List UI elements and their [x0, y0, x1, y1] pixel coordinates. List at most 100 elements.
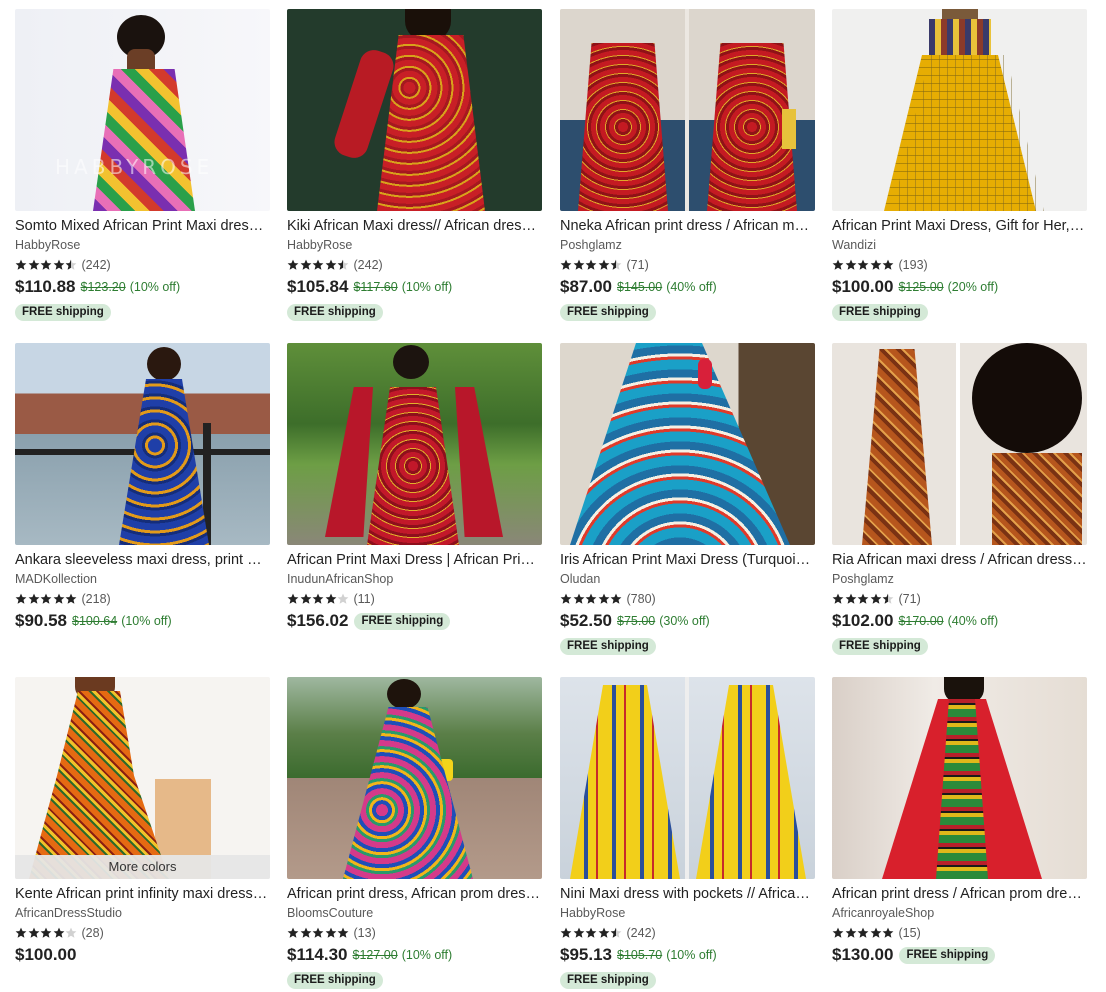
- shop-name[interactable]: AfricanroyaleShop: [832, 905, 1087, 921]
- listing-title[interactable]: Iris African Print Maxi Dress (Turquoise…: [560, 551, 815, 569]
- sale-price: $130.00: [832, 945, 894, 964]
- listing-image[interactable]: More colors: [15, 677, 270, 879]
- star-icon: [857, 593, 870, 605]
- original-price: $170.00: [898, 614, 944, 628]
- listing-image[interactable]: [560, 9, 815, 211]
- pricing: $130.00 FREE shipping: [832, 945, 1087, 965]
- listing-image[interactable]: [560, 343, 815, 545]
- original-price: $117.60: [353, 280, 398, 294]
- listing-card[interactable]: Ankara sleeveless maxi dress, print maxi…: [15, 343, 270, 631]
- listing-card[interactable]: HABBYROSE Somto Mixed African Print Maxi …: [15, 9, 270, 321]
- review-count: (242): [81, 258, 111, 272]
- listing-title[interactable]: Ankara sleeveless maxi dress, print maxi…: [15, 551, 270, 569]
- star-icon: [610, 259, 623, 271]
- rating: (11): [287, 592, 542, 606]
- listing-image[interactable]: [287, 9, 542, 211]
- star-icon: [610, 927, 623, 939]
- shop-name[interactable]: AfricanDressStudio: [15, 905, 270, 921]
- listing-card[interactable]: African Print Maxi Dress, Gift for Her, …: [832, 9, 1087, 321]
- shop-name[interactable]: Poshglamz: [560, 237, 815, 253]
- discount-label: (10% off): [666, 948, 717, 962]
- star-icon: [287, 593, 300, 605]
- star-icon: [312, 259, 325, 271]
- listing-card[interactable]: Nini Maxi dress with pockets // African …: [560, 677, 815, 989]
- star-icon: [15, 259, 28, 271]
- shop-name[interactable]: Oludan: [560, 571, 815, 587]
- review-count: (193): [898, 258, 928, 272]
- listing-image[interactable]: [287, 343, 542, 545]
- original-price: $123.20: [80, 280, 126, 294]
- shop-name[interactable]: BloomsCouture: [287, 905, 542, 921]
- star-icon: [573, 593, 586, 605]
- shop-name[interactable]: Wandizi: [832, 237, 1087, 253]
- sale-price: $105.84: [287, 277, 349, 296]
- rating: (242): [560, 926, 815, 940]
- review-count: (71): [898, 592, 921, 606]
- star-icon: [337, 593, 350, 605]
- listing-card[interactable]: African print dress / African prom dress…: [832, 677, 1087, 965]
- listing-card[interactable]: More colors Kente African print infinity …: [15, 677, 270, 965]
- shop-name[interactable]: Poshglamz: [832, 571, 1087, 587]
- star-icon: [882, 259, 895, 271]
- listing-title[interactable]: African Print Maxi Dress, Gift for Her, …: [832, 217, 1087, 235]
- star-icon: [585, 927, 598, 939]
- listing-card[interactable]: African Print Maxi Dress | African Print…: [287, 343, 542, 631]
- listing-title[interactable]: African Print Maxi Dress | African Print…: [287, 551, 542, 569]
- listing-image[interactable]: [15, 343, 270, 545]
- star-rating: [287, 259, 350, 271]
- listing-card[interactable]: African print dress, African prom dress,…: [287, 677, 542, 989]
- listing-card[interactable]: Kiki African Maxi dress// African dress/…: [287, 9, 542, 321]
- listing-image[interactable]: [832, 9, 1087, 211]
- discount-label: (20% off): [947, 280, 999, 294]
- star-icon: [312, 927, 325, 939]
- star-icon: [598, 259, 611, 271]
- star-icon: [53, 593, 66, 605]
- listing-card[interactable]: Nneka African print dress / African maxi…: [560, 9, 815, 321]
- rating: (15): [832, 926, 1087, 940]
- listing-title[interactable]: African print dress, African prom dress,…: [287, 885, 542, 903]
- listing-image[interactable]: [560, 677, 815, 879]
- sale-price: $156.02: [287, 611, 349, 630]
- star-rating: [287, 927, 350, 939]
- star-icon: [287, 259, 300, 271]
- star-icon: [560, 593, 573, 605]
- rating: (13): [287, 926, 542, 940]
- listing-title[interactable]: Ria African maxi dress / African dress /…: [832, 551, 1087, 569]
- listing-image[interactable]: [832, 343, 1087, 545]
- free-shipping-badge: FREE shipping: [354, 612, 451, 630]
- shop-name[interactable]: HabbyRose: [287, 237, 542, 253]
- star-rating: [560, 259, 623, 271]
- listing-title[interactable]: Nini Maxi dress with pockets // African …: [560, 885, 815, 903]
- star-icon: [870, 593, 883, 605]
- star-icon: [857, 259, 870, 271]
- star-icon: [300, 259, 313, 271]
- pricing: $100.00: [15, 945, 270, 965]
- star-icon: [573, 259, 586, 271]
- sale-price: $95.13: [560, 945, 612, 964]
- more-colors-label[interactable]: More colors: [15, 855, 270, 879]
- star-icon: [325, 259, 338, 271]
- listing-title[interactable]: African print dress / African prom dress…: [832, 885, 1087, 903]
- shop-name[interactable]: InudunAfricanShop: [287, 571, 542, 587]
- review-count: (71): [626, 258, 649, 272]
- shop-name[interactable]: HabbyRose: [15, 237, 270, 253]
- listing-image[interactable]: [287, 677, 542, 879]
- original-price: $127.00: [352, 948, 398, 962]
- listing-card[interactable]: Iris African Print Maxi Dress (Turquoise…: [560, 343, 815, 655]
- sale-price: $100.00: [15, 945, 77, 964]
- sale-price: $102.00: [832, 611, 894, 630]
- listing-image[interactable]: [832, 677, 1087, 879]
- listing-card[interactable]: Ria African maxi dress / African dress /…: [832, 343, 1087, 655]
- listing-title[interactable]: Kente African print infinity maxi dress,…: [15, 885, 270, 903]
- sale-price: $87.00: [560, 277, 612, 296]
- pricing: $114.30 $127.00 (10% off): [287, 945, 542, 965]
- listing-title[interactable]: Nneka African print dress / African maxi…: [560, 217, 815, 235]
- discount-label: (10% off): [401, 948, 453, 962]
- star-icon: [598, 927, 611, 939]
- shop-name[interactable]: HabbyRose: [560, 905, 815, 921]
- listing-title[interactable]: Somto Mixed African Print Maxi dress, Af…: [15, 217, 270, 235]
- listing-image[interactable]: HABBYROSE: [15, 9, 270, 211]
- star-rating: [832, 259, 895, 271]
- listing-title[interactable]: Kiki African Maxi dress// African dress/…: [287, 217, 542, 235]
- shop-name[interactable]: MADKollection: [15, 571, 270, 587]
